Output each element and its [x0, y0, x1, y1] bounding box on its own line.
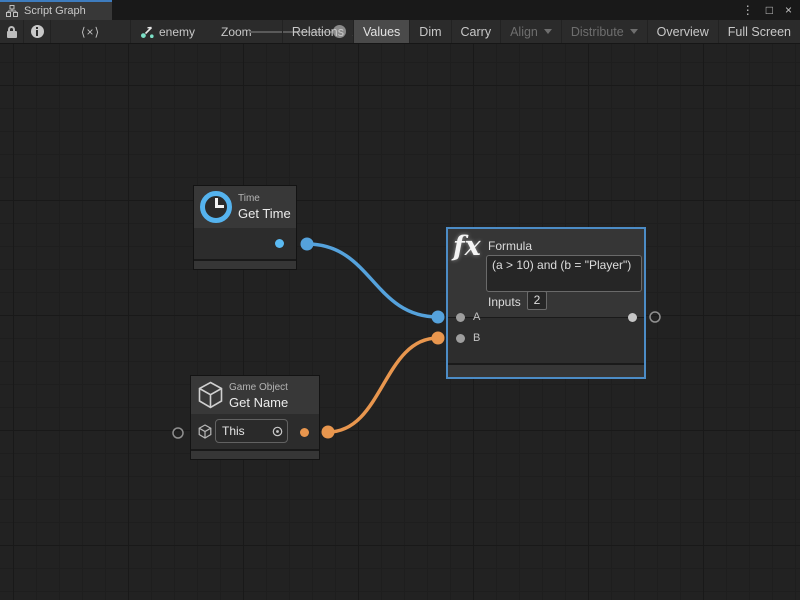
tab-title: Script Graph: [24, 5, 86, 17]
edge-endpoint[interactable]: [432, 332, 445, 345]
graph-asset-icon: [140, 25, 154, 39]
align-button[interactable]: Align: [500, 20, 561, 43]
relations-button[interactable]: Relations: [282, 20, 353, 43]
edge-gettime-to-formula-a[interactable]: [307, 244, 438, 317]
formula-result-port-ring[interactable]: [650, 312, 660, 322]
node-category: Time: [238, 193, 260, 204]
code-view-icon: ⟨×⟩: [81, 25, 100, 39]
object-picker-icon: [272, 426, 283, 437]
graph-name-label: enemy: [159, 25, 195, 39]
formula-fx-icon: fx: [453, 231, 481, 262]
chevron-down-icon: [630, 29, 638, 34]
node-title: Get Time: [238, 206, 291, 221]
gettime-output-port[interactable]: [275, 239, 284, 248]
formula-result-port[interactable]: [628, 313, 637, 322]
getname-output-port[interactable]: [300, 428, 309, 437]
overview-button[interactable]: Overview: [647, 20, 718, 43]
target-object-field[interactable]: This: [215, 419, 288, 443]
port-a-label: A: [473, 311, 480, 323]
info-icon: [31, 25, 44, 38]
graph-reference[interactable]: enemy: [140, 20, 195, 43]
script-graph-window: Script Graph ⋮ □ × ⟨×⟩: [0, 0, 800, 600]
time-icon: [200, 191, 232, 223]
lock-icon: [7, 26, 17, 38]
node-get-time[interactable]: Time Get Time: [193, 185, 297, 270]
info-button[interactable]: [24, 20, 51, 43]
graph-canvas[interactable]: Time Get Time fx Formula (a > 10) and (b…: [0, 44, 800, 600]
lock-button[interactable]: [0, 20, 24, 43]
edge-endpoint[interactable]: [301, 238, 314, 251]
carry-button[interactable]: Carry: [451, 20, 501, 43]
connections-layer: [0, 44, 800, 600]
node-footer: [194, 259, 296, 269]
dim-button[interactable]: Dim: [409, 20, 450, 43]
window-maximize-icon[interactable]: □: [766, 0, 773, 20]
title-bar: Script Graph ⋮ □ ×: [0, 0, 800, 20]
fullscreen-button[interactable]: Full Screen: [718, 20, 800, 43]
node-get-name[interactable]: Game Object Get Name This: [190, 375, 320, 460]
edge-endpoint[interactable]: [432, 311, 445, 324]
edge-getname-to-formula-b[interactable]: [328, 338, 438, 432]
game-object-mini-icon: [198, 424, 212, 439]
window-menu-icon[interactable]: ⋮: [742, 0, 754, 20]
zoom-label: Zoom: [221, 20, 252, 43]
inputs-label: Inputs: [488, 295, 521, 309]
edge-endpoint[interactable]: [322, 426, 335, 439]
inputs-count-field[interactable]: 2: [527, 291, 547, 310]
graph-toolbar: ⟨×⟩ enemy Zoom 1x Relations Values: [0, 20, 800, 44]
values-button[interactable]: Values: [353, 20, 409, 43]
object-picker-button[interactable]: [267, 420, 287, 442]
node-category: Game Object: [229, 382, 288, 393]
window-close-icon[interactable]: ×: [785, 0, 792, 20]
game-object-icon: [197, 381, 224, 409]
graph-hierarchy-icon: [6, 5, 18, 17]
code-view-button[interactable]: ⟨×⟩: [51, 20, 131, 43]
tab-script-graph[interactable]: Script Graph: [0, 0, 112, 20]
node-title: Get Name: [229, 395, 288, 410]
node-title: Formula: [488, 239, 532, 253]
port-b-label: B: [473, 332, 480, 344]
node-footer: [448, 365, 644, 377]
formula-input-a-port[interactable]: [456, 313, 465, 322]
formula-input-b-port[interactable]: [456, 334, 465, 343]
getname-target-port-ring[interactable]: [173, 428, 183, 438]
formula-expression-field[interactable]: (a > 10) and (b = "Player"): [486, 255, 642, 292]
target-object-value: This: [216, 424, 267, 438]
node-footer: [191, 449, 319, 459]
node-formula[interactable]: fx Formula (a > 10) and (b = "Player") I…: [446, 227, 646, 379]
chevron-down-icon: [544, 29, 552, 34]
distribute-button[interactable]: Distribute: [561, 20, 647, 43]
